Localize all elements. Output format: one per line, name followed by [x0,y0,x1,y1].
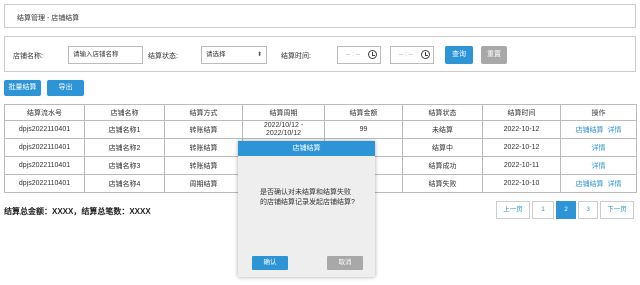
time-cell: 2022-10-11 [482,156,561,175]
method-cell: 转账结算 [164,138,243,157]
cancel-button[interactable]: 取消 [327,256,363,270]
method-cell: 转账结算 [164,120,243,139]
page-button[interactable]: 1 [532,201,554,219]
operation-cell: 店铺结算 详情 [560,174,637,193]
filter-bar: 店铺名称: 请输入店铺名称 结算状态: 请选择 ⬍ 结算时间: -- : -- … [4,36,636,72]
status-cell: 结算失败 [402,174,483,193]
column-header: 结算时间 [482,104,561,121]
operation-cell: 详情 [560,138,637,157]
status-select-value: 请选择 [206,51,226,58]
detail-link[interactable]: 详情 [592,145,606,152]
dialog-title: 店铺结算 [238,141,375,156]
settle-store-link[interactable]: 店铺结算 [576,181,604,188]
store-cell: 店铺名称4 [84,174,165,193]
column-header: 结算金额 [324,104,403,121]
breadcrumb: 结算管理 - 店铺结算 [17,13,79,23]
status-label: 结算状态: [148,53,178,60]
table-row: dpjs2022110401 店铺名称1 转账结算 2022/10/12 -20… [4,120,637,139]
operation-cell: 详情 [560,156,637,175]
status-cell: 未结算 [402,120,483,139]
breadcrumb-bar: 结算管理 - 店铺结算 [4,4,636,28]
settle-confirm-dialog: 店铺结算 是否确认对未结算和结算失败的店铺结算记录发起店铺结算? 确认 取消 [238,141,375,277]
confirm-button[interactable]: 确认 [252,256,288,270]
status-cell: 结算中 [402,138,483,157]
status-select[interactable]: 请选择 ⬍ [201,46,267,64]
status-cell: 结算成功 [402,156,483,175]
dialog-message: 是否确认对未结算和结算失败的店铺结算记录发起店铺结算? [260,189,355,206]
settle-store-link[interactable]: 店铺结算 [576,127,604,134]
detail-link[interactable]: 详情 [608,127,622,134]
method-cell: 周期结算 [164,174,243,193]
time-label: 结算时间: [281,53,311,60]
settlement-summary: 结算总金额：XXXX，结算总笔数：XXXX [4,207,151,216]
page-button-active[interactable]: 2 [556,201,576,219]
amount-cell: 99 [324,120,403,139]
operation-cell: 店铺结算 详情 [560,120,637,139]
store-cell: 店铺名称3 [84,156,165,175]
column-header: 结算周期 [242,104,325,121]
method-cell: 转账结算 [164,156,243,175]
cycle-start: 2022/10/12 - [263,121,304,129]
query-button[interactable]: 查询 [445,46,473,64]
breadcrumb-parent[interactable]: 结算管理 [17,15,45,22]
prev-page-button[interactable]: 上一页 [496,201,530,219]
column-header: 结算状态 [402,104,483,121]
end-time-input[interactable]: -- : -- [390,46,434,64]
detail-link[interactable]: 详情 [608,181,622,188]
table-header-row: 结算流水号 店铺名称 结算方式 结算周期 结算金额 结算状态 结算时间 操作 [4,104,637,121]
column-header: 店铺名称 [84,104,165,121]
store-cell: 店铺名称1 [84,120,165,139]
cycle-end: 2022/10/12 [265,129,302,137]
clock-icon [421,50,430,59]
batch-settle-button[interactable]: 批量结算 [4,80,41,96]
clock-icon [368,50,377,59]
column-header: 结算流水号 [4,104,85,121]
detail-link[interactable]: 详情 [592,163,606,170]
cycle-cell: 2022/10/12 -2022/10/12 [242,120,325,139]
serial-cell: dpjs2022110401 [4,156,85,175]
time-cell: 2022-10-12 [482,138,561,157]
store-name-input[interactable]: 请输入店铺名称 [68,46,143,64]
time-cell: 2022-10-12 [482,120,561,139]
end-time-placeholder: -- : -- [399,51,414,58]
serial-cell: dpjs2022110401 [4,138,85,157]
start-time-placeholder: -- : -- [346,51,361,58]
breadcrumb-current: 店铺结算 [51,15,80,22]
start-time-input[interactable]: -- : -- [337,46,381,64]
next-page-button[interactable]: 下一页 [600,201,634,219]
column-header: 结算方式 [164,104,243,121]
export-button[interactable]: 导出 [47,80,84,96]
column-header: 操作 [560,104,637,121]
store-name-label: 店铺名称: [13,53,43,60]
chevron-down-icon: ⬍ [256,52,262,58]
page-button[interactable]: 3 [578,201,598,219]
store-cell: 店铺名称2 [84,138,165,157]
serial-cell: dpjs2022110401 [4,120,85,139]
time-cell: 2022-10-10 [482,174,561,193]
serial-cell: dpjs2022110401 [4,174,85,193]
reset-button[interactable]: 重置 [481,46,507,64]
